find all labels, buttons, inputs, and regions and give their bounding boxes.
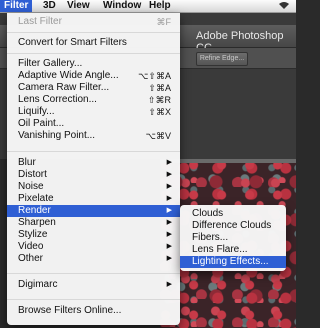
chevron-right-icon: ▶ — [166, 243, 172, 250]
filter-menu: Last Filter ⌘F Convert for Smart Filters… — [7, 13, 180, 325]
menu-item-camera-raw[interactable]: Camera Raw Filter... ⇧⌘A — [7, 82, 180, 94]
chevron-right-icon: ▶ — [166, 231, 172, 238]
chevron-right-icon: ▶ — [166, 255, 172, 262]
submenu-item-difference-clouds[interactable]: Difference Clouds — [180, 220, 286, 232]
chevron-right-icon: ▶ — [166, 281, 172, 288]
wifi-icon[interactable] — [278, 1, 290, 12]
chevron-right-icon: ▶ — [166, 195, 172, 202]
chevron-right-icon: ▶ — [166, 159, 172, 166]
menu-item-convert-smart-filters[interactable]: Convert for Smart Filters — [7, 37, 180, 49]
separator — [7, 299, 180, 300]
chevron-right-icon: ▶ — [166, 183, 172, 190]
menu-item-browse-filters-online[interactable]: Browse Filters Online... — [7, 305, 180, 317]
menu-item-render[interactable]: Render ▶ — [7, 205, 180, 217]
menu-bar: Filter 3D View Window Help — [0, 0, 296, 13]
menu-item-oil-paint[interactable]: Oil Paint... — [7, 118, 180, 130]
separator — [7, 32, 180, 33]
separator — [7, 53, 180, 54]
menu-item-digimarc[interactable]: Digimarc ▶ — [7, 279, 180, 291]
refine-edge-button[interactable]: Refine Edge... — [196, 52, 248, 66]
menu-item-lens-correction[interactable]: Lens Correction... ⇧⌘R — [7, 94, 180, 106]
menu-item-distort[interactable]: Distort ▶ — [7, 169, 180, 181]
chevron-right-icon: ▶ — [166, 171, 172, 178]
separator — [7, 273, 180, 274]
menu-3d[interactable]: 3D — [43, 0, 56, 12]
menu-item-vanishing-point[interactable]: Vanishing Point... ⌥⌘V — [7, 130, 180, 142]
chevron-right-icon: ▶ — [166, 207, 172, 214]
ruler — [160, 159, 296, 163]
menu-item-adaptive-wide-angle[interactable]: Adaptive Wide Angle... ⌥⇧⌘A — [7, 70, 180, 82]
menu-item-blur[interactable]: Blur ▶ — [7, 157, 180, 169]
menu-filter[interactable]: Filter — [0, 0, 33, 12]
submenu-item-fibers[interactable]: Fibers... — [180, 232, 286, 244]
menu-view[interactable]: View — [67, 0, 90, 12]
menu-item-noise[interactable]: Noise ▶ — [7, 181, 180, 193]
render-submenu: Clouds Difference Clouds Fibers... Lens … — [180, 205, 286, 271]
menu-item-last-filter: Last Filter ⌘F — [18, 16, 171, 27]
submenu-item-clouds[interactable]: Clouds — [180, 208, 286, 220]
separator — [7, 151, 180, 152]
menu-item-pixelate[interactable]: Pixelate ▶ — [7, 193, 180, 205]
menu-item-sharpen[interactable]: Sharpen ▶ — [7, 217, 180, 229]
menu-item-video[interactable]: Video ▶ — [7, 241, 180, 253]
menu-item-liquify[interactable]: Liquify... ⇧⌘X — [7, 106, 180, 118]
submenu-item-lens-flare[interactable]: Lens Flare... — [180, 244, 286, 256]
menu-item-other[interactable]: Other ▶ — [7, 253, 180, 265]
submenu-item-lighting-effects[interactable]: Lighting Effects... — [180, 256, 286, 268]
menu-help[interactable]: Help — [149, 0, 171, 12]
chevron-right-icon: ▶ — [166, 219, 172, 226]
menu-item-stylize[interactable]: Stylize ▶ — [7, 229, 180, 241]
menu-window[interactable]: Window — [103, 0, 141, 12]
menu-item-filter-gallery[interactable]: Filter Gallery... — [7, 58, 180, 70]
